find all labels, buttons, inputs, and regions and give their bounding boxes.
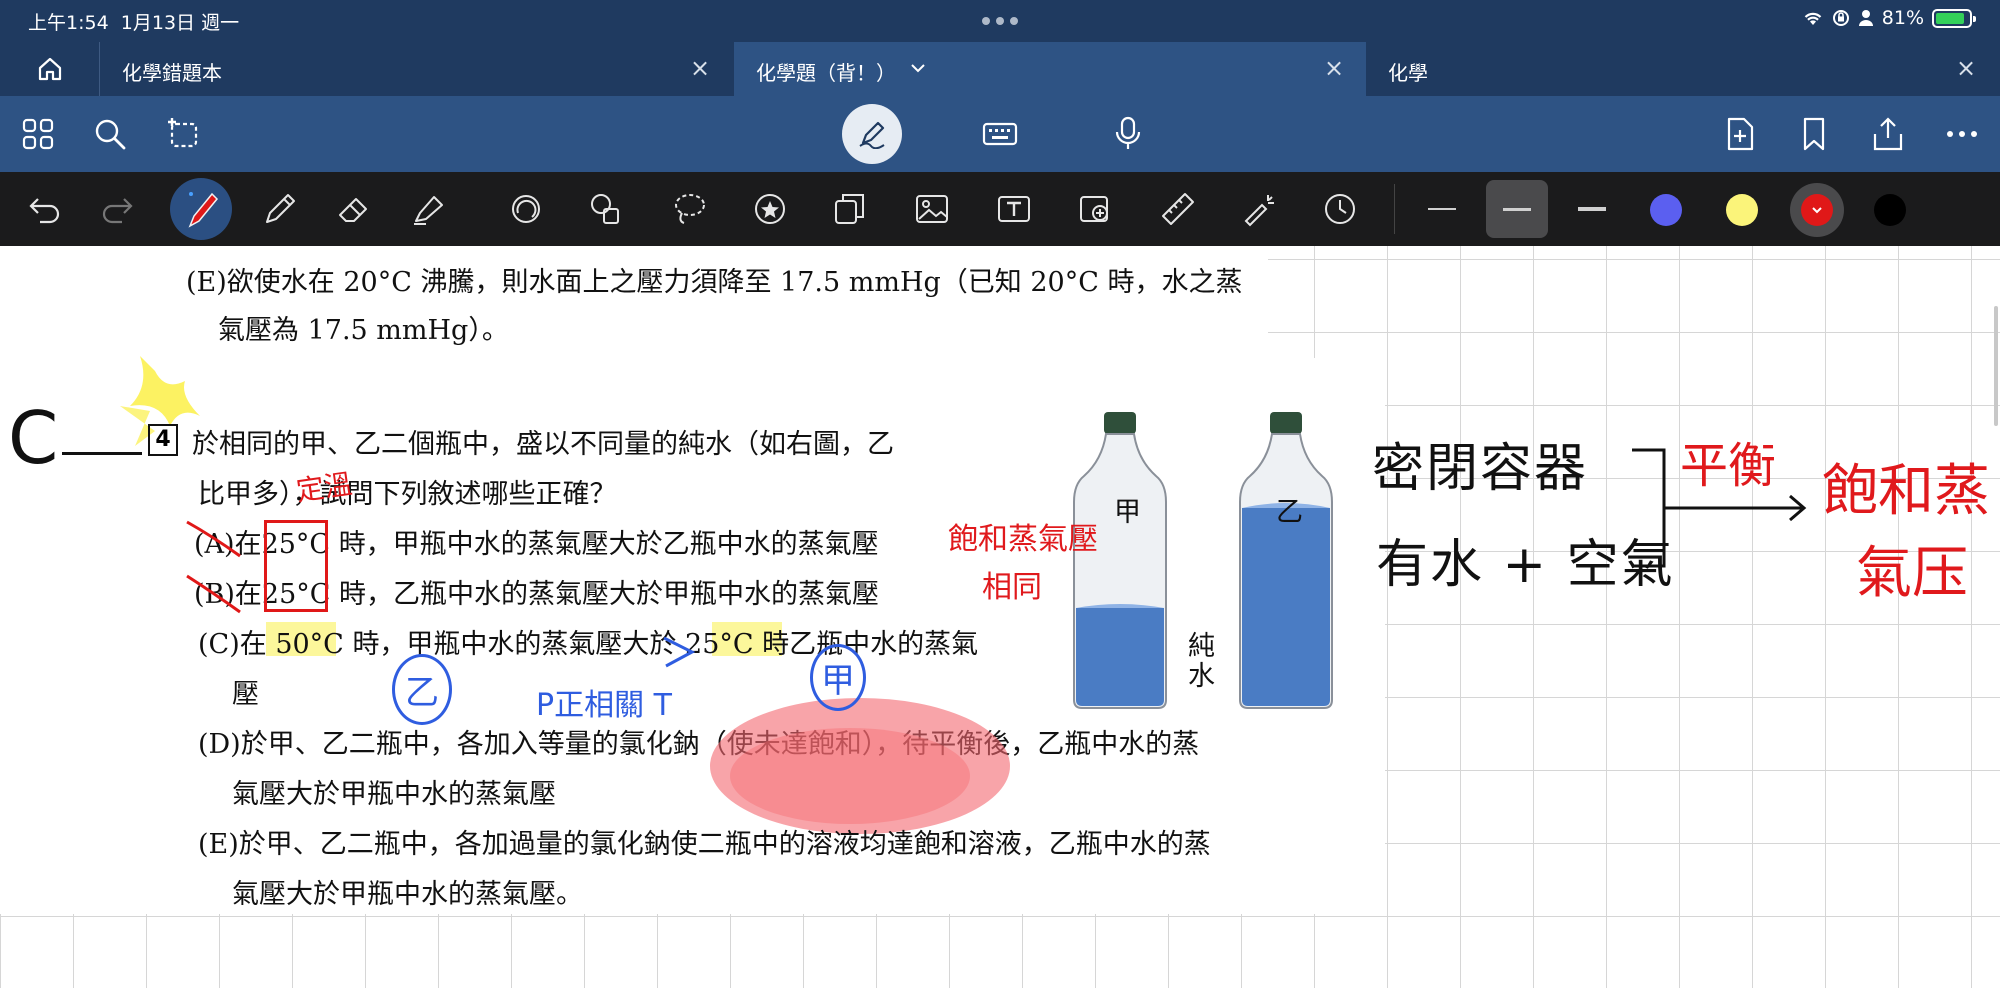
handwriting-fixed-temp: 定溫 [294,467,355,508]
lock-rotation-icon [1832,10,1849,26]
lasso-icon[interactable] [672,191,708,227]
lasso-add-icon[interactable] [166,116,202,152]
tab-chem[interactable]: 化學 × [1366,42,2000,96]
tab-label: 化學題（背！） [756,61,896,85]
eraser-icon[interactable] [336,191,372,227]
wifi-icon [1804,12,1822,25]
new-page-icon[interactable] [1722,116,1758,152]
option-E-line1: (E)於甲、乙二瓶中，各加過量的氯化鈉使二瓶中的溶液均達飽和溶液，乙瓶中水的蒸 [198,829,1211,860]
option-C-line2: 壓 [232,679,259,710]
home-icon [38,57,62,81]
text-box-icon[interactable] [996,191,1032,227]
color-swatch-blue[interactable] [1650,194,1682,226]
greater-than-mark [663,636,696,668]
undo-icon[interactable] [26,191,62,227]
search-icon[interactable] [92,116,128,152]
shape-icon[interactable] [508,191,544,227]
tab-label: 化學錯題本 [122,61,222,85]
home-button[interactable] [0,42,100,96]
handwriting-sat-vapor-2: 氣压 [1856,541,1968,606]
stroke-thick-option[interactable] [1578,207,1606,211]
option-E-line2: 氣壓大於甲瓶中水的蒸氣壓。 [232,879,583,910]
battery-percent: 81% [1881,7,1924,29]
highlighter-icon[interactable] [410,191,446,227]
option-D-line2: 氣壓大於甲瓶中水的蒸氣壓 [232,779,556,810]
color-swatch-black[interactable] [1874,194,1906,226]
option-C-line1: (C)在 50°C 時，甲瓶中水的蒸氣壓大於 25°C 時乙瓶中水的蒸氣 [198,629,979,660]
temperature-box-mark [264,520,328,612]
stroke-medium-option[interactable] [1486,180,1548,238]
elements-icon[interactable] [588,191,624,227]
chevron-down-icon[interactable] [910,62,926,74]
handwriting-p-relation: P正相關 T [536,688,672,723]
person-icon [1858,10,1873,26]
handwriting-mode-button[interactable] [842,104,902,164]
tab-label: 化學 [1388,61,1428,85]
toolbar-divider [1394,184,1395,234]
option-D-line1: (D)於甲、乙二瓶中，各加入等量的氯化鈉（使未達飽和），待平衡後，乙瓶中水的蒸 [198,729,1200,760]
answer-mark: C [8,396,59,480]
bottle-jia-label: 甲 [1114,497,1141,528]
tab-bar: 化學錯題本 × 化學題（背！） × 化學 × [0,42,2000,96]
handwriting-closed-container: 密閉容器 [1372,439,1589,499]
ruler-icon[interactable] [1160,191,1196,227]
prev-option-E-line2: 氣壓為 17.5 mmHg）。 [218,315,509,346]
cross-out-mark [186,520,241,614]
battery-icon [1932,8,1976,28]
history-icon[interactable] [1322,191,1358,227]
pen-toolbar [0,172,2000,246]
redo-icon[interactable] [100,191,136,227]
handwriting-equilibrium: 平衡 [1680,438,1777,494]
handwriting-circled-yi: 乙 [392,654,452,725]
close-icon[interactable]: × [690,54,710,82]
copy-icon[interactable] [832,191,868,227]
handwriting-circled-jia: 甲 [810,644,866,711]
keyboard-icon[interactable] [982,116,1018,152]
note-canvas[interactable]: (E)欲使水在 20°C 沸騰，則水面上之壓力須降至 17.5 mmHg（已知 … [0,246,2000,988]
prev-option-E-line1: (E)欲使水在 20°C 沸騰，則水面上之壓力須降至 17.5 mmHg（已知 … [186,267,1243,298]
handwriting-sat-vapor-1: 飽和蒸 [1822,459,1990,524]
share-icon[interactable] [1870,116,1906,152]
stroke-thin-option[interactable] [1428,208,1456,210]
status-time: 上午1:54 1月13日 週一 [28,12,240,34]
status-right: 81% [1802,7,1976,29]
microphone-icon[interactable] [1110,116,1146,152]
tab-chem-questions[interactable]: 化學題（背！） × [734,42,1366,96]
grid-icon[interactable] [20,116,56,152]
chevron-down-icon [1812,207,1822,214]
scrollbar[interactable] [1994,306,1998,426]
bookmark-icon[interactable] [1796,116,1832,152]
image-icon[interactable] [914,191,950,227]
question-line2: 比甲多），試問下列敘述哪些正確？ [198,479,617,510]
multitasking-dots[interactable] [982,17,1018,25]
answer-underline [62,452,142,455]
tab-chem-mistakes[interactable]: 化學錯題本 × [100,42,734,96]
close-icon[interactable]: × [1324,54,1344,82]
color-swatch-yellow[interactable] [1726,194,1758,226]
question-line1: 於相同的甲、乙二個瓶中，盛以不同量的純水（如右圖，乙 [192,429,894,460]
handwriting-same: 相同 [982,570,1042,605]
close-icon[interactable]: × [1956,54,1976,82]
camera-icon[interactable] [1078,191,1114,227]
status-bar: 上午1:54 1月13日 週一 81% [0,0,2000,42]
fountain-pen-icon [188,192,219,228]
main-toolbar [0,96,2000,172]
pencil-icon[interactable] [262,191,298,227]
more-icon[interactable] [1944,116,1980,152]
bottle-yi-label: 乙 [1276,497,1303,528]
question-number: 4 [148,424,178,456]
pure-water-label: 純 水 [1188,631,1215,692]
color-swatch-red-selected[interactable] [1790,183,1844,237]
handwriting-sat-vapor-pressure: 飽和蒸氣壓 [948,522,1098,557]
sticker-icon[interactable] [752,191,788,227]
laser-pointer-icon[interactable] [1242,191,1278,227]
pen-mode-icon [859,121,885,149]
fountain-pen-tool[interactable] [170,178,232,240]
